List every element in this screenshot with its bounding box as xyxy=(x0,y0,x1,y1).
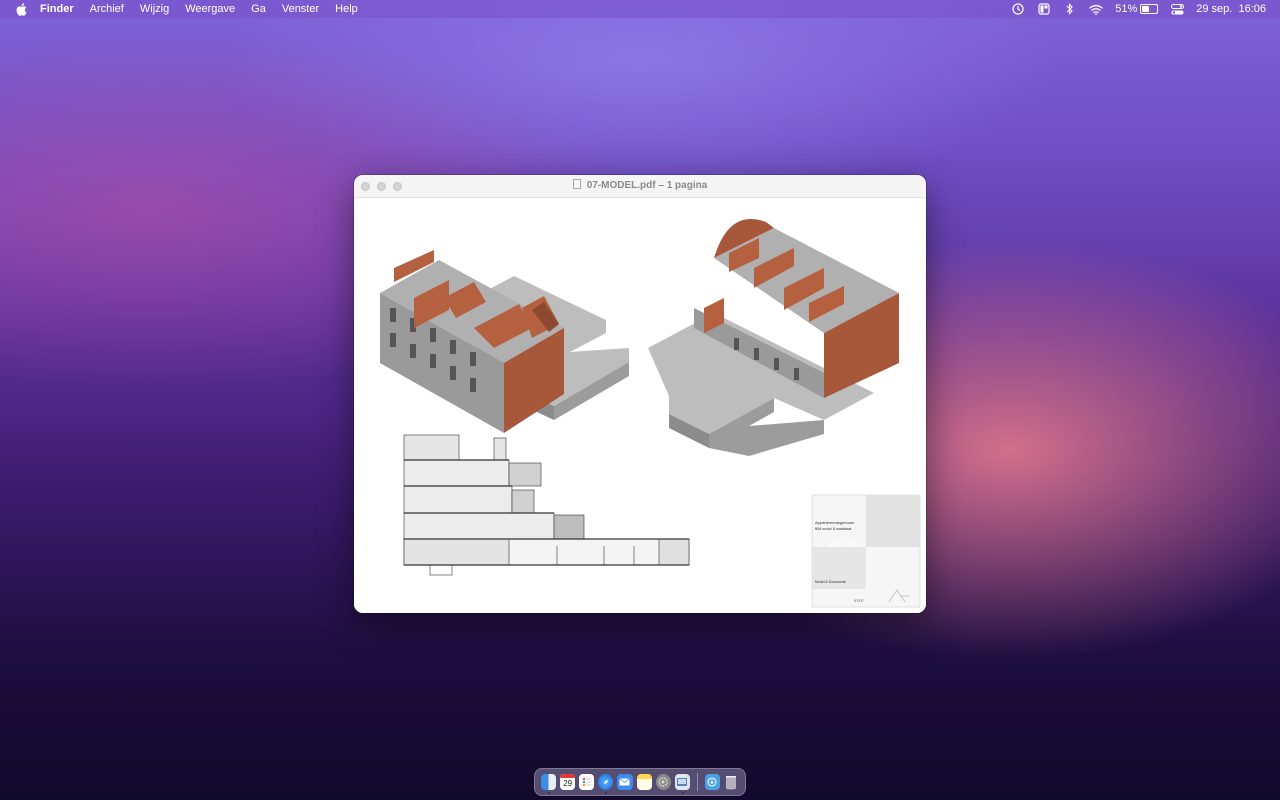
menu-help[interactable]: Help xyxy=(335,0,358,18)
battery-status[interactable]: 51% xyxy=(1115,3,1159,15)
section-drawing xyxy=(403,434,690,576)
menu-bar: Finder Archief Wijzig Weergave Ga Venste… xyxy=(0,0,1280,18)
bluetooth-icon[interactable] xyxy=(1063,3,1077,15)
menu-app-name[interactable]: Finder xyxy=(40,0,74,18)
titleblock-stamp: 22.01 xyxy=(829,538,857,550)
window-layout-icon[interactable] xyxy=(1037,3,1051,15)
titleblock-line2: BIM model & maatstaat xyxy=(815,527,851,531)
drawing-canvas: Appartementsgebouw BIM model & maatstaat… xyxy=(380,218,921,608)
control-center-icon[interactable] xyxy=(1170,3,1184,15)
menu-wijzig[interactable]: Wijzig xyxy=(140,0,169,18)
apple-menu-icon[interactable] xyxy=(14,2,28,16)
battery-icon xyxy=(1140,4,1159,14)
title-block: Appartementsgebouw BIM model & maatstaat… xyxy=(811,494,921,608)
menu-archief[interactable]: Archief xyxy=(90,0,124,18)
isometric-model-left xyxy=(380,250,629,433)
isometric-model-right xyxy=(648,218,899,456)
trash-icon[interactable] xyxy=(724,774,739,790)
calendar-day: 29 xyxy=(563,779,573,788)
safari-icon[interactable] xyxy=(598,774,614,794)
preview-window: 07-MODEL.pdf – 1 pagina Appartementsgebo… xyxy=(354,175,926,613)
menu-venster[interactable]: Venster xyxy=(282,0,319,18)
system-settings-icon[interactable] xyxy=(655,774,671,790)
window-titlebar[interactable]: 07-MODEL.pdf – 1 pagina xyxy=(354,175,926,198)
pdf-page[interactable]: Appartementsgebouw BIM model & maatstaat… xyxy=(354,198,926,613)
downloads-folder-icon[interactable] xyxy=(704,774,720,790)
dock-separator xyxy=(696,773,698,791)
battery-fill xyxy=(1142,6,1150,12)
battery-percent: 51% xyxy=(1115,3,1138,15)
wifi-icon[interactable] xyxy=(1089,3,1103,15)
titleblock-project: Appartementsgebouw xyxy=(815,520,854,525)
reminders-icon[interactable] xyxy=(579,774,595,790)
calendar-icon[interactable]: 29 xyxy=(560,774,576,790)
preview-icon[interactable] xyxy=(674,774,690,794)
mail-icon[interactable] xyxy=(617,774,633,790)
menu-ga[interactable]: Ga xyxy=(251,0,266,18)
window-title: 07-MODEL.pdf – 1 pagina xyxy=(586,180,708,191)
titleblock-subject: Model & Doorsnede xyxy=(815,580,846,584)
dock: 29 xyxy=(534,768,746,796)
document-icon xyxy=(572,179,581,189)
menu-weergave[interactable]: Weergave xyxy=(185,0,235,18)
time-machine-icon[interactable] xyxy=(1011,3,1025,15)
titleblock-number: 07/07 xyxy=(854,598,865,603)
finder-icon[interactable] xyxy=(541,774,557,794)
notes-icon[interactable] xyxy=(636,774,652,790)
menu-clock[interactable]: 29 sep. 16:06 xyxy=(1196,3,1266,15)
